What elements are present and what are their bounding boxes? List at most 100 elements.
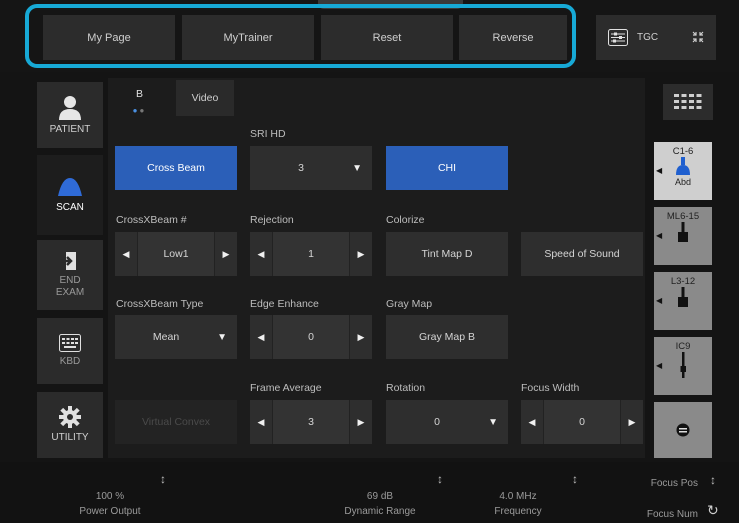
increment-arrow-icon[interactable]: ▶ <box>621 400 643 444</box>
cross-beam-button[interactable]: Cross Beam <box>115 146 237 190</box>
probe-ic9[interactable]: IC9 ◀ <box>654 337 712 395</box>
up-down-arrows-icon: ↕ <box>160 472 166 486</box>
tgc-sliders-icon <box>608 29 628 46</box>
sidebar-item-end-exam[interactable]: END EXAM <box>37 240 103 310</box>
decrement-arrow-icon[interactable]: ◀ <box>521 400 543 444</box>
frame-average-label: Frame Average <box>250 382 322 394</box>
probe-icon <box>58 178 82 196</box>
probe-port-button[interactable] <box>654 402 712 458</box>
pointer-icon: ◀ <box>656 296 663 305</box>
speed-of-sound-button[interactable]: Speed of Sound <box>521 232 643 276</box>
decrement-arrow-icon[interactable]: ◀ <box>115 232 137 276</box>
colorize-button[interactable]: Tint Map D <box>386 232 508 276</box>
decrement-arrow-icon[interactable]: ◀ <box>250 315 272 359</box>
person-icon <box>59 96 81 120</box>
decrement-arrow-icon[interactable]: ◀ <box>250 400 272 444</box>
pointer-icon: ◀ <box>656 361 663 370</box>
power-output-control[interactable]: 100 % Power Output <box>55 489 165 519</box>
linear-probe-icon <box>678 222 688 242</box>
rotation-label: Rotation <box>386 382 426 394</box>
crossxbeam-num-stepper[interactable]: ◀ Low1 ▶ <box>115 232 237 276</box>
sri-hd-dropdown[interactable]: 3 ▼ <box>250 146 372 190</box>
intracavity-probe-icon <box>680 352 686 378</box>
sidebar-item-label: KBD <box>59 356 81 367</box>
probe-l3-12[interactable]: L3-12 ◀ <box>654 272 712 330</box>
up-down-arrows-icon: ↕ <box>572 472 578 486</box>
gray-map-button[interactable]: Gray Map B <box>386 315 508 359</box>
increment-arrow-icon[interactable]: ▶ <box>215 232 237 276</box>
chevron-down-icon: ▼ <box>217 331 227 343</box>
crossxbeam-num-label: CrossXBeam # <box>116 214 187 226</box>
exit-icon <box>61 252 76 270</box>
rejection-stepper[interactable]: ◀ 1 ▶ <box>250 232 372 276</box>
probe-ml6-15[interactable]: ML6-15 ◀ <box>654 207 712 265</box>
rotation-value: 0 <box>434 416 440 428</box>
virtual-convex-button[interactable]: Virtual Convex <box>115 400 237 444</box>
sidebar-item-scan[interactable]: SCAN <box>37 155 103 235</box>
grid-icon <box>674 94 702 109</box>
probe-name: L3-12 <box>670 276 696 287</box>
focus-width-stepper[interactable]: ◀ 0 ▶ <box>521 400 643 444</box>
edge-enhance-label: Edge Enhance <box>250 298 319 310</box>
linear-probe-icon <box>678 287 688 307</box>
edge-enhance-value: 0 <box>272 315 350 359</box>
crossxbeam-type-label: CrossXBeam Type <box>116 298 204 310</box>
dynamic-range-value: 69 dB <box>366 491 394 502</box>
increment-arrow-icon[interactable]: ▶ <box>350 400 372 444</box>
pointer-icon: ◀ <box>656 231 663 240</box>
frame-average-value: 3 <box>272 400 350 444</box>
gear-icon <box>59 406 81 428</box>
probe-c1-6[interactable]: C1-6 ◀ Abd <box>654 142 712 200</box>
sidebar-item-label: UTILITY <box>51 432 89 443</box>
focus-width-value: 0 <box>543 400 621 444</box>
focus-width-label: Focus Width <box>521 382 580 394</box>
power-output-value: 100 % <box>95 491 125 502</box>
sidebar-item-label: END EXAM <box>55 275 85 298</box>
frequency-label: Frequency <box>494 506 542 517</box>
crossxbeam-type-value: Mean <box>152 331 180 343</box>
power-output-label: Power Output <box>79 506 141 517</box>
keyboard-icon <box>59 334 81 352</box>
selected-pointer-icon: ◀ <box>656 166 663 175</box>
crossxbeam-type-dropdown[interactable]: Mean ▼ <box>115 315 237 359</box>
frequency-value: 4.0 MHz <box>499 491 537 502</box>
sidebar-item-utility[interactable]: UTILITY <box>37 392 103 458</box>
tgc-label: TGC <box>637 32 659 43</box>
chi-button[interactable]: CHI <box>386 146 508 190</box>
edge-enhance-stepper[interactable]: ◀ 0 ▶ <box>250 315 372 359</box>
tab-video[interactable]: Video <box>176 80 234 116</box>
up-down-arrows-icon: ↕ <box>710 473 716 487</box>
probe-name: IC9 <box>675 341 691 352</box>
colorize-label: Colorize <box>386 214 425 226</box>
rotation-dropdown[interactable]: 0 ▼ <box>386 400 508 444</box>
chevron-down-icon: ▼ <box>352 162 362 174</box>
sidebar-item-label: SCAN <box>56 202 84 213</box>
rejection-value: 1 <box>272 232 350 276</box>
tab-b[interactable]: B ●● <box>112 80 167 122</box>
focus-num-label[interactable]: Focus Num <box>618 507 698 522</box>
crossxbeam-num-value: Low1 <box>137 232 215 276</box>
rejection-label: Rejection <box>250 214 294 226</box>
dynamic-range-control[interactable]: 69 dB Dynamic Range <box>325 489 435 519</box>
decrement-arrow-icon[interactable]: ◀ <box>250 232 272 276</box>
sidebar-item-kbd[interactable]: KBD <box>37 318 103 384</box>
chevron-down-icon: ▼ <box>488 416 498 428</box>
focus-pos-label[interactable]: Focus Pos <box>618 476 698 491</box>
tgc-button[interactable]: TGC <box>596 15 716 60</box>
highlight-outline <box>25 4 576 68</box>
tab-label: B <box>135 87 143 100</box>
grid-view-button[interactable] <box>663 84 713 120</box>
sri-hd-label: SRI HD <box>250 128 286 140</box>
curved-probe-icon <box>676 157 690 175</box>
increment-arrow-icon[interactable]: ▶ <box>350 315 372 359</box>
up-down-arrows-icon: ↕ <box>437 472 443 486</box>
increment-arrow-icon[interactable]: ▶ <box>350 232 372 276</box>
sri-hd-value: 3 <box>298 162 304 174</box>
sidebar-item-patient[interactable]: PATIENT <box>37 82 103 148</box>
collapse-icon[interactable] <box>692 31 704 45</box>
frame-average-stepper[interactable]: ◀ 3 ▶ <box>250 400 372 444</box>
page-dots: ●● <box>132 105 147 115</box>
probe-name: ML6-15 <box>666 211 700 222</box>
frequency-control[interactable]: 4.0 MHz Frequency <box>468 489 568 519</box>
probe-port-icon <box>676 423 690 437</box>
